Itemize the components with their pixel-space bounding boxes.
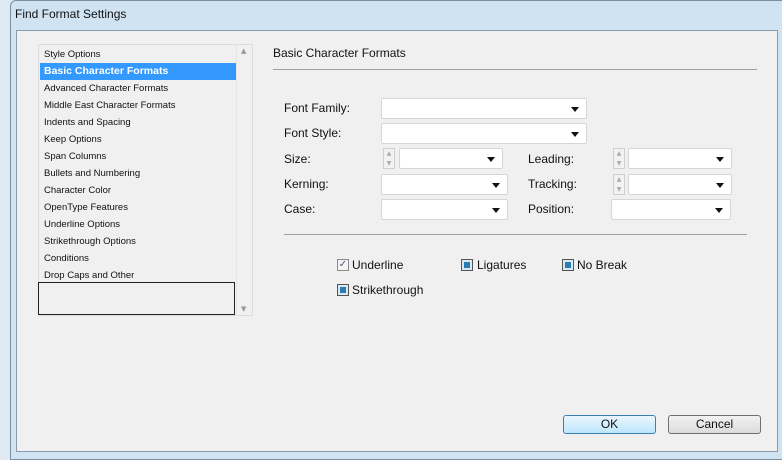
position-label: Position: bbox=[528, 202, 575, 216]
style-options-list[interactable]: Style Options Basic Character Formats Adva… bbox=[38, 44, 253, 316]
font-family-dropdown[interactable] bbox=[381, 98, 587, 119]
no-break-label: No Break bbox=[577, 258, 628, 272]
sidebar-item[interactable]: Underline Options bbox=[40, 216, 236, 233]
sidebar-item[interactable]: OpenType Features bbox=[40, 199, 236, 216]
size-stepper[interactable]: ▲ ▼ bbox=[383, 148, 395, 169]
leading-stepper[interactable]: ▲ ▼ bbox=[613, 148, 625, 169]
font-family-label: Font Family: bbox=[284, 101, 351, 115]
dialog-title: Find Format Settings bbox=[15, 7, 127, 21]
tracking-label: Tracking: bbox=[528, 177, 577, 191]
strikethrough-checkbox[interactable] bbox=[337, 284, 349, 296]
kerning-label: Kerning: bbox=[284, 177, 329, 191]
sidebar-item[interactable]: Keep Options bbox=[40, 131, 236, 148]
list-scrollbar[interactable]: ▲ ▼ bbox=[236, 44, 253, 316]
sidebar-item[interactable]: Span Columns bbox=[40, 148, 236, 165]
sidebar-item[interactable]: Bullets and Numbering bbox=[40, 165, 236, 182]
sidebar-item[interactable]: Indents and Spacing bbox=[40, 114, 236, 131]
font-style-label: Font Style: bbox=[284, 126, 342, 140]
sidebar-item[interactable]: Advanced Character Formats bbox=[40, 80, 236, 97]
ok-button[interactable]: OK bbox=[563, 415, 656, 434]
sidebar-item[interactable]: Strikethrough Options bbox=[40, 233, 236, 250]
font-style-dropdown[interactable] bbox=[381, 123, 587, 144]
list-empty-box bbox=[38, 282, 235, 315]
ligatures-label: Ligatures bbox=[477, 258, 527, 272]
no-break-checkbox[interactable] bbox=[562, 259, 574, 271]
kerning-dropdown[interactable] bbox=[381, 174, 508, 195]
divider bbox=[284, 234, 747, 235]
scroll-down-icon[interactable]: ▼ bbox=[241, 305, 246, 313]
size-label: Size: bbox=[284, 152, 311, 166]
underline-checkbox[interactable]: ✓ bbox=[337, 259, 349, 271]
leading-label: Leading: bbox=[528, 152, 575, 166]
cancel-button[interactable]: Cancel bbox=[668, 415, 761, 434]
tracking-stepper[interactable]: ▲ ▼ bbox=[613, 174, 625, 195]
panel-title: Basic Character Formats bbox=[273, 46, 406, 60]
case-label: Case: bbox=[284, 202, 316, 216]
sidebar-item[interactable]: Middle East Character Formats bbox=[40, 97, 236, 114]
sidebar-item[interactable]: Conditions bbox=[40, 250, 236, 267]
size-dropdown[interactable] bbox=[399, 148, 503, 169]
sidebar-item[interactable]: Character Color bbox=[40, 182, 236, 199]
position-dropdown[interactable] bbox=[611, 199, 731, 220]
divider bbox=[273, 69, 757, 70]
tracking-dropdown[interactable] bbox=[628, 174, 732, 195]
sidebar-item[interactable]: Basic Character Formats bbox=[40, 63, 236, 80]
sidebar-item[interactable]: Style Options bbox=[40, 46, 236, 63]
case-dropdown[interactable] bbox=[381, 199, 508, 220]
scroll-up-icon[interactable]: ▲ bbox=[241, 47, 246, 55]
leading-dropdown[interactable] bbox=[628, 148, 732, 169]
underline-label: Underline bbox=[352, 258, 404, 272]
ligatures-checkbox[interactable] bbox=[461, 259, 473, 271]
strikethrough-label: Strikethrough bbox=[352, 283, 424, 297]
